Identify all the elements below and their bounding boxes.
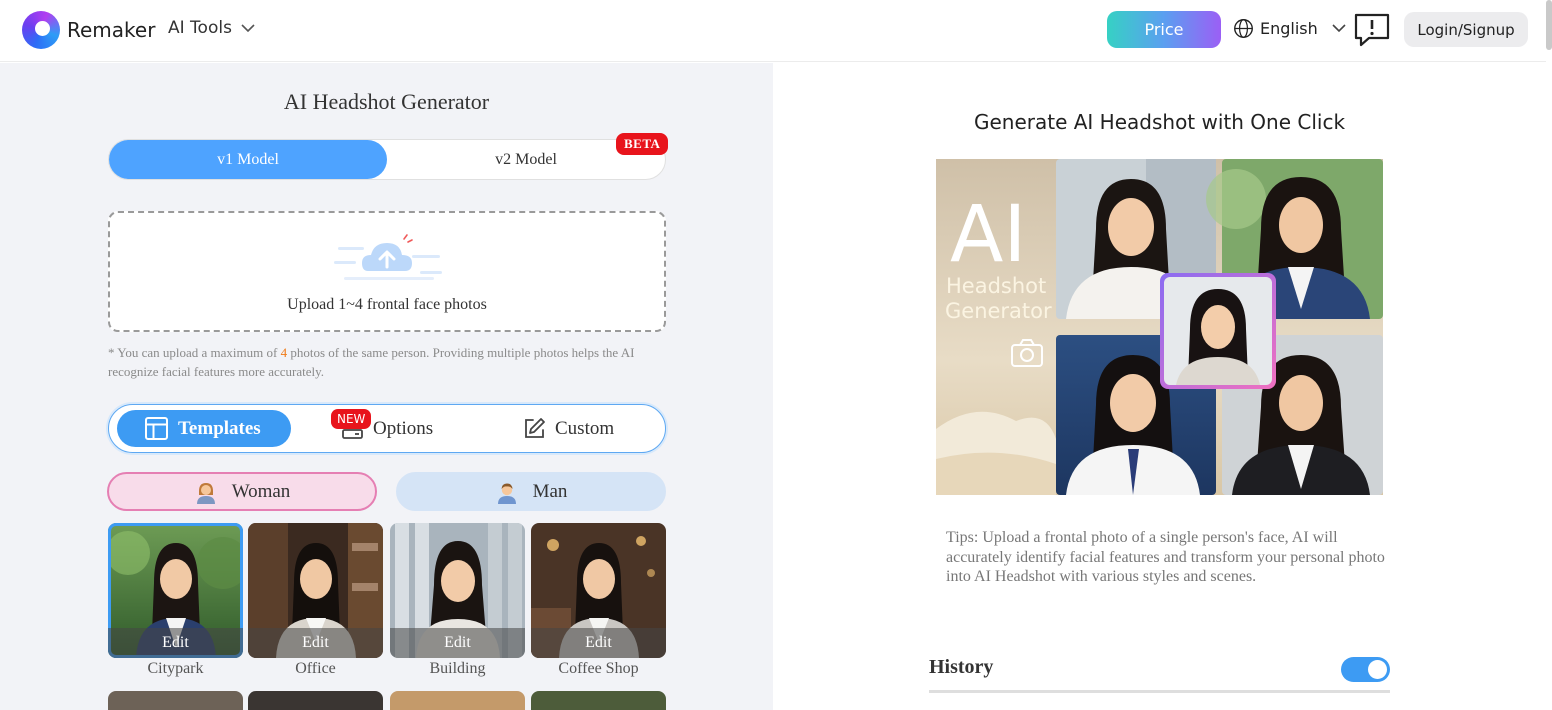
template-card-office[interactable]: Edit Office [248,523,383,678]
hero-ai-text: AI [950,190,1026,280]
language-selector[interactable]: English [1233,18,1346,39]
beta-badge: BETA [616,133,669,155]
hero-line1: Headshot [946,274,1046,298]
woman-button[interactable]: Woman [107,472,377,511]
edit-template-button[interactable]: Edit [390,628,525,658]
template-card-partial[interactable] [108,691,243,710]
tab-options-label: Options [373,417,434,439]
tab-templates[interactable]: Templates [117,410,291,447]
man-button[interactable]: Man [396,472,666,511]
template-card-partial[interactable] [248,691,383,710]
template-card-building[interactable]: Edit Building [390,523,525,678]
page-scrollbar[interactable] [1546,0,1552,50]
tab-custom-label: Custom [555,417,615,439]
language-label: English [1260,19,1318,38]
hero-collage: AI Headshot Generator [936,159,1383,495]
template-card-partial[interactable] [531,691,666,710]
history-heading: History [929,656,994,678]
tab-v1-model[interactable]: v1 Model [109,140,387,179]
generator-panel: AI Headshot Generator v1 Model v2 Model … [0,63,773,710]
hero-image: AI Headshot Generator [936,159,1383,495]
logo-link[interactable]: Remaker [22,11,155,49]
history-divider [929,690,1390,693]
tips-text: Tips: Upload a frontal photo of a single… [946,529,1385,585]
feedback-icon[interactable] [1353,12,1391,48]
tab-custom[interactable]: Custom [523,410,614,447]
template-card-partial[interactable] [390,691,525,710]
price-button[interactable]: Price [1107,11,1221,48]
top-header: Remaker AI Tools Price English Login/Sig… [0,0,1546,62]
hero-title: Generate AI Headshot with One Click [973,110,1346,134]
man-avatar-icon [497,483,516,504]
edit-icon [525,418,545,438]
new-badge: NEW [331,409,372,429]
edit-template-button[interactable]: Edit [108,628,243,658]
history-toggle[interactable] [1341,657,1390,682]
template-card-coffee-shop[interactable]: Edit Coffee Shop [531,523,666,678]
man-label: Man [532,480,568,502]
mode-tabs: Templates Options Custom [108,404,666,453]
upload-note: * You can upload a maximum of 4 photos o… [108,345,635,379]
edit-template-button[interactable]: Edit [248,628,383,658]
model-tabs: v1 Model v2 Model [108,139,666,180]
brand-name: Remaker [67,18,156,42]
woman-avatar-icon [196,482,215,504]
template-label: Building [429,660,486,677]
cloud-upload-icon [334,234,442,280]
template-thumbnail: Edit [531,523,666,658]
template-thumbnail: Edit [248,523,383,658]
template-thumbnail: Edit [108,523,243,658]
chevron-down-icon [1332,24,1346,33]
template-thumbnail: Edit [390,523,525,658]
woman-label: Woman [231,480,291,502]
ai-tools-menu[interactable]: AI Tools [168,18,255,38]
tab-templates-label: Templates [178,417,261,439]
template-label: Coffee Shop [558,660,639,677]
template-icon [145,417,168,440]
ai-tools-label: AI Tools [168,18,232,38]
login-signup-button[interactable]: Login/Signup [1404,12,1528,47]
chevron-down-icon [241,23,255,32]
remaker-logo-icon [22,11,60,49]
globe-icon [1234,19,1253,38]
template-label: Citypark [147,660,204,677]
edit-template-button[interactable]: Edit [531,628,666,658]
upload-instructions: Upload 1~4 frontal face photos [287,296,487,313]
template-label: Office [295,660,336,677]
page-title: AI Headshot Generator [283,89,490,114]
photo-upload-area[interactable]: Upload 1~4 frontal face photos [108,211,666,332]
hero-line2: Generator [945,299,1052,323]
template-card-citypark[interactable]: Edit Citypark [108,523,243,678]
